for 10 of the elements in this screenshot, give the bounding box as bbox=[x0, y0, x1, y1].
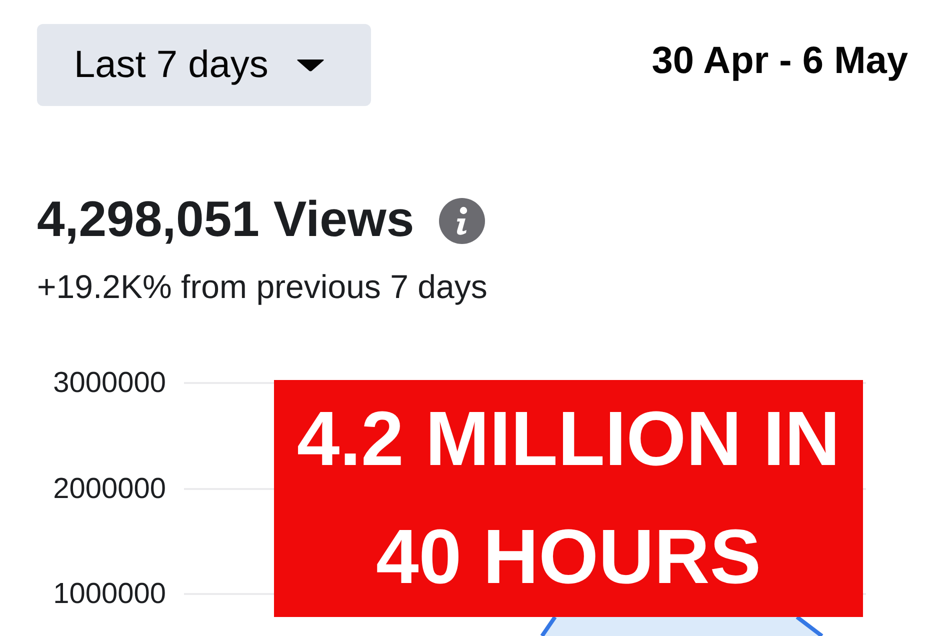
caret-icon bbox=[296, 58, 326, 72]
info-icon[interactable] bbox=[439, 198, 486, 244]
y-axis-label: 3000000 bbox=[53, 368, 166, 398]
headline-banner: 4.2 MILLION IN 40 HOURS bbox=[274, 380, 863, 617]
date-range-text: 30 Apr - 6 May bbox=[652, 39, 908, 83]
views-total: 4,298,051 Views bbox=[37, 190, 414, 248]
y-axis-label: 2000000 bbox=[53, 474, 166, 504]
y-axis-label: 1000000 bbox=[53, 579, 166, 609]
views-change-text: +19.2K% from previous 7 days bbox=[37, 267, 488, 307]
date-range-dropdown[interactable]: Last 7 days bbox=[37, 24, 371, 106]
